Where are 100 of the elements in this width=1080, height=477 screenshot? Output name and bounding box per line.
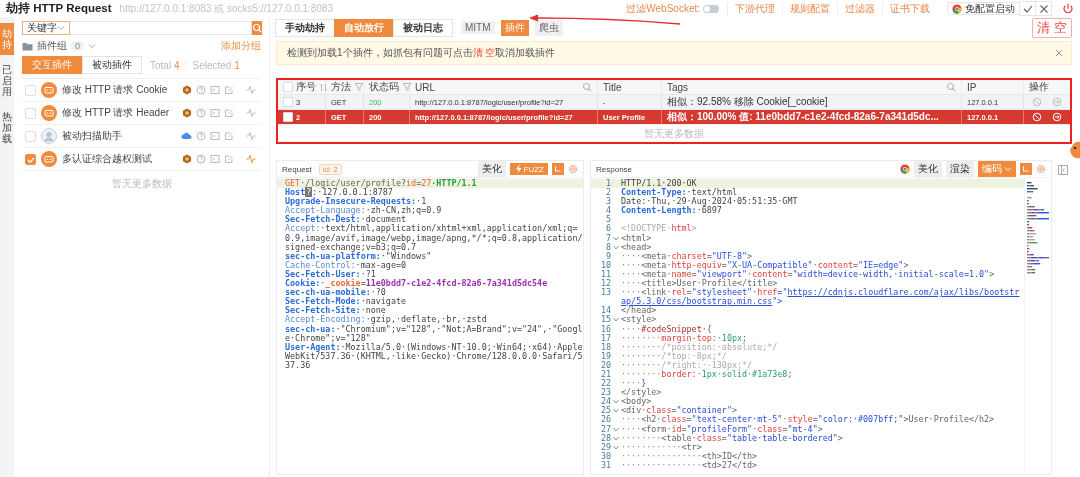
code-line: sec-ch-ua-mobile:·?0 [285,288,386,298]
row-checkbox[interactable] [283,97,293,107]
line-number: 2 [604,188,611,198]
terminal-icon[interactable] [210,131,220,141]
line-number: 22 [599,379,611,389]
toolbar-link[interactable]: 证书下载 [882,1,937,16]
fuzz-button[interactable]: FUZZ [509,163,548,175]
websocket-toggle[interactable] [703,4,719,13]
side-tab[interactable]: 劫持 [0,23,14,55]
fold-chevron-icon[interactable] [613,435,619,441]
line-number: 5 [604,215,611,225]
wrap-button[interactable] [552,163,564,175]
filter-icon[interactable] [402,82,412,92]
pulse-icon[interactable] [246,131,257,141]
code-line: <body> [621,397,652,407]
feature-tab[interactable]: MITM [461,21,495,34]
line-number: 28 [599,433,611,443]
browser-icon[interactable] [900,164,910,174]
toolbar-link[interactable]: 规则配置 [782,1,837,16]
fold-chevron-icon[interactable] [613,399,619,405]
column-header: 状态码 [369,80,399,94]
filter-icon[interactable] [354,82,364,92]
pulse-icon[interactable] [246,108,257,118]
code-line: Date:·Thu,·29·Aug·2024·05:51:35·GMT [621,197,799,207]
toolbar-link[interactable]: 下游代理 [727,1,782,16]
arrow-circle-icon[interactable] [1052,97,1062,107]
mode-tab[interactable]: 被动日志 [393,18,453,37]
edit-icon[interactable] [224,108,234,118]
edit-icon[interactable] [224,154,234,164]
fold-chevron-icon[interactable] [613,444,619,450]
edit-icon[interactable] [224,131,234,141]
plugin-tab[interactable]: 交互插件 [22,56,82,74]
encoding-button[interactable]: 编码 [978,161,1016,177]
column-header: Tags [667,81,689,93]
line-number: 7 [604,233,611,243]
clear-button[interactable]: 清 空 [1032,17,1072,38]
line-number: 26 [599,415,611,425]
fold-chevron-icon[interactable] [613,317,619,323]
code-line: ········/*position:·absolute;*/ [621,342,779,352]
column-header: URL [415,81,435,93]
caret-icon [1004,165,1012,173]
fold-chevron-icon[interactable] [613,244,619,250]
plugin-tab[interactable]: 被动插件 [82,56,142,74]
code-line: Accept-Encoding:·gzip,·deflate,·br,·zstd [285,315,487,325]
terminal-icon[interactable] [210,108,220,118]
plugin-checkbox[interactable] [25,153,36,165]
mode-tab[interactable]: 自动放行 [334,18,394,37]
fold-chevron-icon[interactable] [613,235,619,241]
line-number: 24 [599,397,611,407]
wrap-button[interactable] [1020,163,1032,175]
beautify-button[interactable]: 美化 [914,161,942,177]
select-all-checkbox[interactable] [283,82,293,92]
help-icon[interactable] [196,154,206,164]
fold-chevron-icon[interactable] [613,408,619,414]
line-number: 14 [599,306,611,316]
pulse-icon[interactable] [246,154,257,164]
group-count: 0 [71,41,84,51]
side-tab[interactable]: 已启用 [0,59,14,102]
settings-icon[interactable] [568,164,578,174]
search-icon[interactable] [582,82,592,92]
help-icon[interactable] [196,131,206,141]
field-select[interactable]: 关键字 [22,21,70,35]
clear-link[interactable]: 清 空 [472,47,496,58]
search-icon [252,23,262,33]
table-cell: 相似：100.00% 值: 11e0bdd7-c1e2-4fcd-82a6-7a341d5dc... [667,110,939,124]
beautify-button[interactable]: 美化 [477,161,506,177]
row-checkbox[interactable] [283,112,293,122]
panel-toggle-icon[interactable] [1058,165,1068,175]
feature-tab[interactable]: 插件 [500,19,529,36]
help-icon[interactable] [196,108,206,118]
feature-tab[interactable]: 爬虫 [534,19,563,36]
launch-button[interactable]: 免配置启动 [947,2,1020,15]
search-button[interactable] [252,21,262,35]
mode-tab[interactable]: 手动劫持 [275,18,335,37]
chevron-icon[interactable] [88,42,96,50]
code-line: ················<th>ID</th> [621,451,759,461]
search-field[interactable] [70,21,252,35]
line-number: 15 [599,315,611,325]
fold-chevron-icon[interactable] [613,426,619,432]
close-icon[interactable] [1055,49,1063,57]
power-icon[interactable] [1062,2,1074,15]
settings-icon[interactable] [1036,164,1046,174]
help-icon[interactable] [196,85,206,95]
search-icon[interactable] [946,82,956,92]
pulse-icon[interactable] [246,85,257,95]
close-button[interactable] [1035,1,1052,16]
line-number: 20 [599,360,611,370]
check-icon [1022,3,1033,14]
edit-icon[interactable] [224,85,234,95]
render-button[interactable]: 渲染 [946,161,974,177]
terminal-icon[interactable] [210,154,220,164]
sort-icon[interactable] [319,82,328,92]
line-number: 25 [599,406,611,416]
add-group-link[interactable]: 添加分组 [221,39,261,53]
code-line: ····<form·id="profileForm"·class="mt-4"> [621,424,823,434]
terminal-icon[interactable] [210,85,220,95]
column-header: 方法 [331,80,351,94]
code-line: ····<meta·charset="UTF-8"> [621,251,754,261]
side-tab[interactable]: 热加载 [0,106,14,149]
toolbar-link[interactable]: 过滤器 [837,1,882,16]
